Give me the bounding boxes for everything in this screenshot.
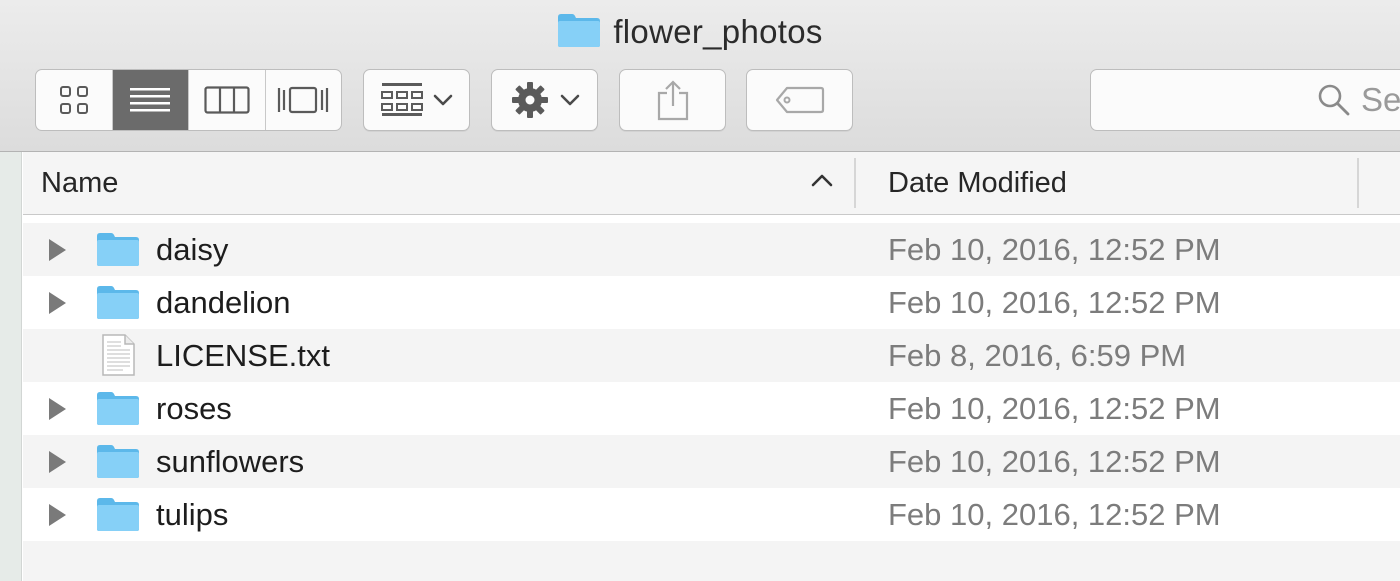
disclosure-triangle-icon[interactable] (47, 450, 67, 479)
share-button[interactable] (619, 69, 726, 131)
window-title: flower_photos (613, 13, 823, 50)
search-icon (1318, 84, 1350, 116)
arrange-button[interactable] (363, 69, 470, 131)
disclosure-triangle-icon[interactable] (47, 238, 67, 267)
column-view-button[interactable] (189, 70, 266, 130)
file-name: LICENSE.txt (156, 338, 330, 373)
column-divider[interactable] (854, 158, 856, 208)
cover-flow-view-button[interactable] (266, 70, 342, 130)
icon-view-button[interactable] (36, 70, 113, 130)
column-divider[interactable] (1357, 158, 1359, 208)
columns-icon (204, 86, 250, 114)
cover-flow-icon (278, 86, 329, 114)
column-header-date-modified[interactable]: Date Modified (888, 152, 1067, 215)
folder-icon (96, 231, 140, 272)
file-date-modified: Feb 10, 2016, 12:52 PM (888, 444, 1221, 479)
share-icon (657, 80, 688, 121)
sort-ascending-icon (810, 172, 834, 193)
file-name: dandelion (156, 285, 291, 320)
file-date-modified: Feb 10, 2016, 12:52 PM (888, 285, 1221, 320)
disclosure-triangle-icon[interactable] (47, 397, 67, 426)
text-document-icon (101, 334, 135, 381)
arrange-icon (380, 83, 423, 116)
toolbar: flower_photos Se (0, 0, 1400, 152)
search-field[interactable]: Se (1090, 69, 1400, 131)
file-row-daisy[interactable]: daisy Feb 10, 2016, 12:52 PM (23, 223, 1400, 276)
folder-icon (96, 390, 140, 431)
file-row-tulips[interactable]: tulips Feb 10, 2016, 12:52 PM (23, 488, 1400, 541)
file-row-dandelion[interactable]: dandelion Feb 10, 2016, 12:52 PM (23, 276, 1400, 329)
tag-icon (775, 86, 824, 114)
chevron-down-icon (560, 94, 579, 106)
folder-icon (557, 12, 601, 53)
sidebar-edge (0, 152, 22, 581)
action-button[interactable] (491, 69, 598, 131)
file-name: roses (156, 391, 232, 426)
file-name: sunflowers (156, 444, 305, 479)
column-header: Name Date Modified (23, 152, 1400, 215)
gear-icon (511, 82, 548, 118)
file-row-sunflowers[interactable]: sunflowers Feb 10, 2016, 12:52 PM (23, 435, 1400, 488)
disclosure-triangle-icon[interactable] (47, 291, 67, 320)
file-date-modified: Feb 10, 2016, 12:52 PM (888, 497, 1221, 532)
grid-icon (59, 86, 88, 114)
view-mode-segmented-control (35, 69, 342, 131)
file-row-license[interactable]: LICENSE.txt Feb 8, 2016, 6:59 PM (23, 329, 1400, 382)
file-date-modified: Feb 10, 2016, 12:52 PM (888, 232, 1221, 267)
file-date-modified: Feb 10, 2016, 12:52 PM (888, 391, 1221, 426)
window-title-bar: flower_photos (0, 8, 1400, 56)
file-date-modified: Feb 8, 2016, 6:59 PM (888, 338, 1187, 373)
file-name: daisy (156, 232, 229, 267)
folder-icon (96, 496, 140, 537)
folder-icon (96, 443, 140, 484)
list-icon (130, 88, 171, 112)
folder-icon (96, 284, 140, 325)
file-name: tulips (156, 497, 229, 532)
file-row-roses[interactable]: roses Feb 10, 2016, 12:52 PM (23, 382, 1400, 435)
column-header-name[interactable]: Name (41, 152, 118, 215)
tag-button[interactable] (746, 69, 853, 131)
finder-window: flower_photos Se Name Date Modified dais… (0, 0, 1400, 581)
file-list: daisy Feb 10, 2016, 12:52 PM dandelion F… (23, 223, 1400, 541)
list-view-button[interactable] (112, 70, 189, 130)
chevron-down-icon (433, 94, 452, 106)
disclosure-triangle-icon[interactable] (47, 503, 67, 532)
search-placeholder: Se (1361, 81, 1400, 118)
empty-row (23, 541, 1400, 581)
